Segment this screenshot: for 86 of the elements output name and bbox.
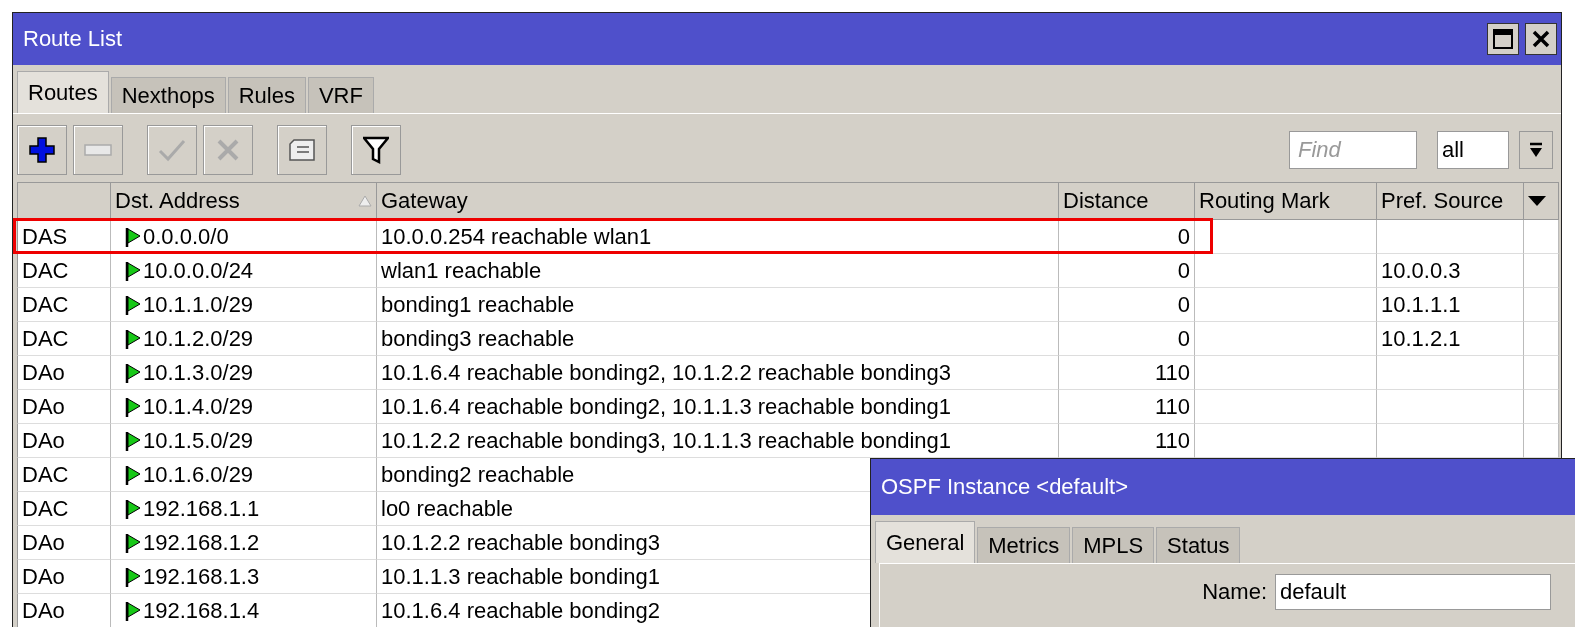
column-header[interactable]: Distance [1059, 182, 1195, 220]
flag-icon [125, 294, 141, 315]
comment-button[interactable] [277, 125, 327, 175]
table-cell: 10.1.6.0/29 [111, 458, 377, 492]
table-cell: 110 [1059, 424, 1195, 458]
tab[interactable]: MPLS [1072, 527, 1155, 563]
close-button[interactable] [1525, 23, 1557, 55]
table-cell: DAC [17, 254, 111, 288]
table-cell: 10.1.4.0/29 [111, 390, 377, 424]
table-cell: 10.1.6.4 reachable bonding2, 10.1.2.2 reachable bonding3 [377, 356, 1059, 390]
flag-icon [125, 328, 141, 349]
tab[interactable]: VRF [307, 77, 374, 113]
flag-icon [125, 260, 141, 281]
table-cell: 192.168.1.1 [111, 492, 377, 526]
flag-icon [125, 362, 141, 383]
add-icon [29, 137, 55, 163]
window-title: Route List [23, 26, 123, 52]
table-cell: 10.1.2.2 reachable bonding3, 10.1.1.3 reachable bonding1 [377, 424, 1059, 458]
table-cell: DAC [17, 492, 111, 526]
flag-icon [125, 226, 141, 247]
name-field[interactable]: default [1275, 574, 1551, 610]
table-cell: bonding3 reachable [377, 322, 1059, 356]
sort-arrow-icon [358, 195, 372, 207]
maximize-icon [1492, 28, 1514, 50]
tab[interactable]: Metrics [977, 527, 1071, 563]
table-cell: DAo [17, 560, 111, 594]
flag-icon [125, 396, 141, 417]
column-header[interactable]: Gateway [377, 182, 1059, 220]
cross-icon [216, 138, 240, 162]
table-cell: 0 [1059, 322, 1195, 356]
table-cell: 110 [1059, 356, 1195, 390]
table-cell: 10.1.2.1 [1377, 322, 1524, 356]
column-header[interactable]: Dst. Address [111, 182, 377, 220]
add-button[interactable] [17, 125, 67, 175]
dropdown-arrow-icon [1529, 142, 1543, 158]
table-cell: 10.1.5.0/29 [111, 424, 377, 458]
column-header[interactable] [17, 182, 111, 220]
table-cell: bonding1 reachable [377, 288, 1059, 322]
dropdown-arrow-icon [1528, 196, 1546, 206]
remove-icon [84, 144, 112, 156]
table-cell: DAo [17, 424, 111, 458]
table-cell: wlan1 reachable [377, 254, 1059, 288]
table-cell: 192.168.1.3 [111, 560, 377, 594]
close-icon [1531, 29, 1551, 49]
filter-button[interactable] [351, 125, 401, 175]
column-header[interactable]: Pref. Source [1377, 182, 1524, 220]
flag-icon [125, 600, 141, 621]
tab[interactable]: Rules [227, 77, 306, 113]
filter-icon [363, 136, 389, 164]
find-field[interactable]: Find [1289, 131, 1417, 169]
table-cell: DAC [17, 288, 111, 322]
flag-icon [125, 566, 141, 587]
tab[interactable]: General [875, 521, 976, 563]
table-cell: 10.1.1.0/29 [111, 288, 377, 322]
flag-icon [125, 430, 141, 451]
dropdown-button[interactable] [1519, 131, 1553, 169]
table-cell: 192.168.1.2 [111, 526, 377, 560]
table-cell: 0 [1059, 254, 1195, 288]
table-cell: DAo [17, 356, 111, 390]
column-menu-button[interactable] [1524, 182, 1559, 220]
table-cell: DAo [17, 526, 111, 560]
flag-icon [125, 498, 141, 519]
table-cell: DAC [17, 458, 111, 492]
table-cell: 10.0.0.0/24 [111, 254, 377, 288]
flag-icon [125, 532, 141, 553]
table-cell: DAC [17, 322, 111, 356]
tab[interactable]: Nexthops [110, 77, 226, 113]
table-cell: DAo [17, 390, 111, 424]
flag-icon [125, 464, 141, 485]
table-cell: DAo [17, 594, 111, 627]
checkmark-icon [158, 138, 186, 162]
tab[interactable]: Routes [17, 71, 109, 113]
field-label: Name: [1202, 579, 1267, 605]
maximize-button[interactable] [1487, 23, 1519, 55]
table-cell: 0 [1059, 288, 1195, 322]
table-cell: 10.1.2.0/29 [111, 322, 377, 356]
column-header[interactable]: Routing Mark [1195, 182, 1377, 220]
table-cell: 10.0.0.3 [1377, 254, 1524, 288]
tab[interactable]: Status [1156, 527, 1241, 563]
table-cell: 10.1.3.0/29 [111, 356, 377, 390]
note-icon [288, 138, 316, 162]
table-cell: 10.1.6.4 reachable bonding2, 10.1.1.3 reachable bonding1 [377, 390, 1059, 424]
table-cell: 192.168.1.4 [111, 594, 377, 627]
table-cell: 10.1.1.1 [1377, 288, 1524, 322]
filter-select[interactable]: all [1437, 131, 1509, 169]
table-cell: 110 [1059, 390, 1195, 424]
